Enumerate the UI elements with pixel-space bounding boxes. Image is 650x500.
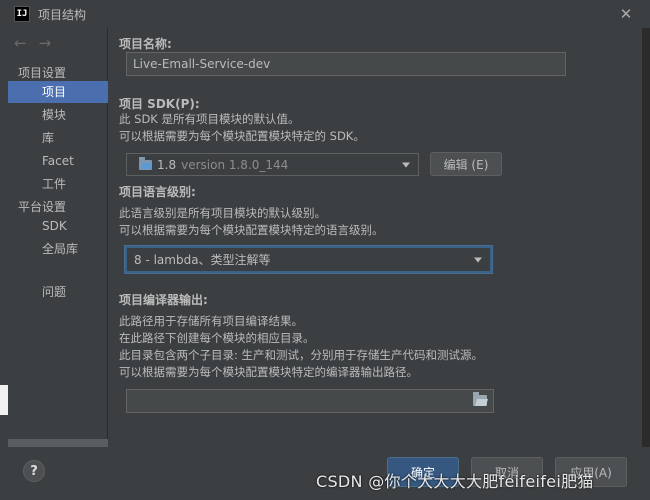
forward-arrow-icon[interactable]: →	[39, 34, 52, 52]
project-settings-panel: 项目名称: Live-Emall-Service-dev 项目 SDK(P): …	[108, 28, 642, 447]
project-name-label: 项目名称:	[119, 37, 172, 51]
window-title: 项目结构	[38, 7, 87, 22]
chevron-down-icon	[474, 257, 482, 262]
intellij-logo-icon: IJ	[14, 6, 30, 22]
close-button[interactable]: ✕	[616, 4, 636, 24]
language-level-value: 8 - lambda、类型注解等	[134, 253, 271, 267]
output-description-4: 可以根据需要为每个模块配置模块特定的编译器输出路径。	[119, 365, 418, 379]
nav-arrows: ← →	[14, 34, 51, 52]
sdk-select[interactable]: 1.8 version 1.8.0_144	[126, 153, 419, 176]
sidebar-section-project-settings: 项目设置	[18, 66, 67, 80]
sdk-description-1: 此 SDK 是所有项目模块的默认值。	[119, 112, 300, 126]
output-description-2: 在此路径下创建每个模块的相应目录。	[119, 331, 315, 345]
sidebar-item-libraries[interactable]: 库	[8, 127, 108, 149]
left-edge-mark	[0, 385, 8, 415]
help-icon: ?	[30, 463, 38, 479]
compiler-output-label: 项目编译器输出:	[119, 293, 208, 307]
output-description-1: 此路径用于存储所有项目编译结果。	[119, 314, 303, 328]
right-edge	[642, 28, 650, 448]
sidebar-item-artifacts[interactable]: 工件	[8, 173, 108, 195]
jdk-folder-icon	[139, 156, 152, 170]
sdk-description-2: 可以根据需要为每个模块配置模块特定的 SDK。	[119, 129, 365, 143]
sidebar: ← → 项目设置 项目 模块 库 Facet 工件 平台设置 SDK 全局库 问…	[8, 28, 108, 447]
sidebar-item-facets[interactable]: Facet	[8, 150, 108, 172]
sidebar-section-platform-settings: 平台设置	[18, 200, 67, 214]
ok-button[interactable]: 确定	[387, 457, 459, 487]
language-level-label: 项目语言级别:	[119, 185, 196, 199]
apply-button[interactable]: 应用(A)	[555, 457, 627, 487]
sidebar-item-project[interactable]: 项目	[8, 81, 108, 103]
sidebar-item-modules[interactable]: 模块	[8, 104, 108, 126]
compiler-output-input[interactable]	[126, 389, 494, 413]
project-sdk-label: 项目 SDK(P):	[119, 97, 200, 111]
cancel-button[interactable]: 取消	[471, 457, 543, 487]
close-icon: ✕	[619, 5, 633, 23]
output-description-3: 此目录包含两个子目录: 生产和测试，分别用于存储生产代码和测试源。	[119, 348, 484, 362]
sidebar-item-sdks[interactable]: SDK	[8, 215, 108, 237]
back-arrow-icon[interactable]: ←	[14, 34, 27, 52]
chevron-down-icon	[402, 162, 410, 167]
sidebar-item-global-libraries[interactable]: 全局库	[8, 238, 108, 260]
title-bar: IJ 项目结构 ✕	[0, 0, 650, 28]
sidebar-scrollbar[interactable]	[8, 439, 108, 447]
language-description-2: 可以根据需要为每个模块配置模块特定的语言级别。	[119, 223, 384, 237]
sdk-name: 1.8	[157, 157, 177, 172]
language-level-select[interactable]: 8 - lambda、类型注解等	[125, 246, 492, 273]
folder-open-icon[interactable]	[473, 392, 487, 406]
edit-sdk-button[interactable]: 编辑 (E)	[430, 152, 502, 176]
sdk-version: version 1.8.0_144	[181, 157, 289, 172]
language-description-1: 此语言级别是所有项目模块的默认级别。	[119, 206, 326, 220]
help-button[interactable]: ?	[23, 460, 45, 482]
project-name-input[interactable]: Live-Emall-Service-dev	[126, 52, 566, 76]
sidebar-item-problems[interactable]: 问题	[8, 281, 108, 303]
dialog-footer: ? 确定 取消 应用(A)	[0, 447, 650, 500]
